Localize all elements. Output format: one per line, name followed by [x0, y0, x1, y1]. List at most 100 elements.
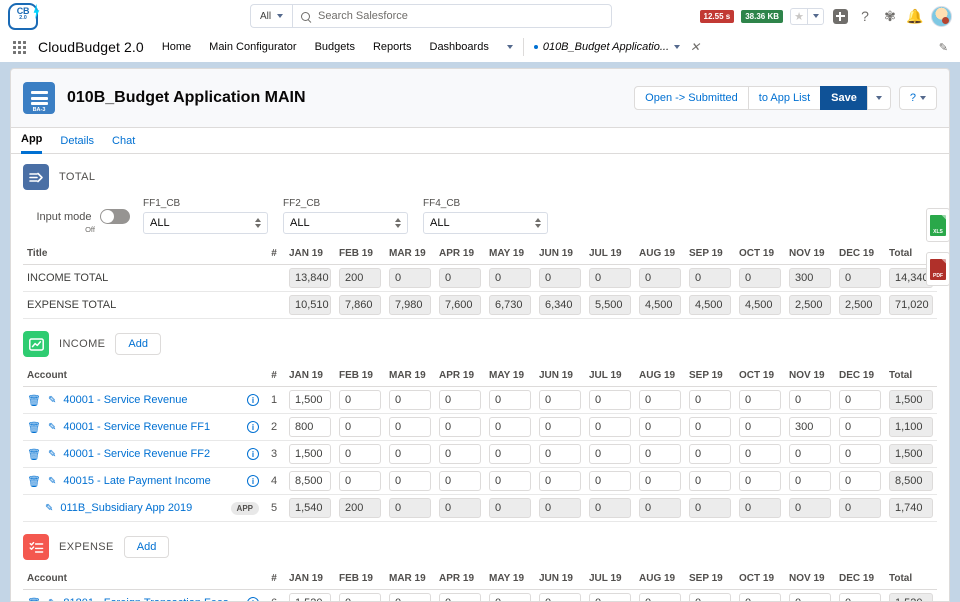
month-input-apr-19[interactable]: 0 — [439, 390, 481, 410]
month-input-apr-19[interactable]: 0 — [439, 417, 481, 437]
month-input-dec-19[interactable]: 0 — [839, 471, 881, 491]
month-input-mar-19[interactable]: 0 — [389, 593, 431, 602]
month-input-jun-19[interactable]: 0 — [539, 593, 581, 602]
favorites-group[interactable]: ★ — [790, 8, 824, 25]
info-icon[interactable]: i — [247, 597, 259, 602]
month-input-sep-19[interactable]: 0 — [689, 593, 731, 602]
edit-row-pencil-icon[interactable]: ✎ — [48, 476, 56, 487]
global-search[interactable]: All Search Salesforce — [250, 4, 612, 28]
export-xls-button[interactable]: XLS — [926, 208, 950, 242]
month-input-jul-19[interactable]: 0 — [589, 593, 631, 602]
help-menu-button[interactable]: ? — [899, 86, 937, 110]
edit-row-pencil-icon[interactable]: ✎ — [48, 449, 56, 460]
month-input-feb-19[interactable]: 0 — [339, 471, 381, 491]
input-mode-toggle[interactable] — [100, 209, 130, 224]
delete-row-icon[interactable]: 🗑 — [27, 597, 41, 602]
delete-row-icon[interactable]: 🗑 — [27, 421, 41, 434]
month-input-dec-19[interactable]: 0 — [839, 390, 881, 410]
month-input-jun-19[interactable]: 0 — [539, 417, 581, 437]
month-input-apr-19[interactable]: 0 — [439, 593, 481, 602]
month-input-apr-19[interactable]: 0 — [439, 471, 481, 491]
delete-row-icon[interactable]: 🗑 — [27, 448, 41, 461]
close-icon[interactable]: ✕ — [690, 40, 700, 54]
edit-row-pencil-icon[interactable]: ✎ — [48, 598, 56, 602]
month-input-aug-19[interactable]: 0 — [639, 417, 681, 437]
nav-item-reports[interactable]: Reports — [373, 41, 412, 53]
edit-pencil-icon[interactable]: ✎ — [939, 41, 948, 54]
delete-row-icon[interactable]: 🗑 — [27, 475, 41, 488]
save-button[interactable]: Save — [820, 86, 868, 110]
month-input-jul-19[interactable]: 0 — [589, 444, 631, 464]
info-icon[interactable]: i — [247, 394, 259, 406]
search-input[interactable]: Search Salesforce — [292, 4, 612, 28]
month-input-feb-19[interactable]: 0 — [339, 417, 381, 437]
month-input-may-19[interactable]: 0 — [489, 390, 531, 410]
gear-icon[interactable]: ✾ — [881, 7, 899, 25]
month-input-aug-19[interactable]: 0 — [639, 593, 681, 602]
avatar[interactable] — [931, 6, 952, 27]
to-app-list-button[interactable]: to App List — [748, 86, 821, 110]
nav-item-home[interactable]: Home — [162, 41, 191, 53]
month-input-jan-19[interactable]: 1,500 — [289, 390, 331, 410]
month-input-feb-19[interactable]: 0 — [339, 390, 381, 410]
document-tab[interactable]: 010B_Budget Applicatio... ✕ — [534, 40, 700, 54]
account-link[interactable]: 40001 - Service Revenue — [63, 394, 240, 406]
expense-add-button[interactable]: Add — [124, 536, 170, 558]
info-icon[interactable]: i — [247, 475, 259, 487]
tab-chat[interactable]: Chat — [112, 128, 135, 154]
month-input-sep-19[interactable]: 0 — [689, 444, 731, 464]
filter-ff2-select[interactable]: ALL — [283, 212, 408, 234]
month-input-jan-19[interactable]: 8,500 — [289, 471, 331, 491]
month-input-jan-19[interactable]: 1,520 — [289, 593, 331, 602]
help-question-icon[interactable]: ? — [856, 7, 874, 25]
app-launcher-icon[interactable] — [0, 41, 38, 54]
open-to-submitted-button[interactable]: Open -> Submitted — [634, 86, 749, 110]
month-input-mar-19[interactable]: 0 — [389, 417, 431, 437]
month-input-nov-19[interactable]: 0 — [789, 390, 831, 410]
cloudbudget-logo[interactable]: CB 2.0 — [0, 0, 42, 32]
star-icon[interactable]: ★ — [790, 8, 807, 25]
month-input-jul-19[interactable]: 0 — [589, 390, 631, 410]
month-input-apr-19[interactable]: 0 — [439, 444, 481, 464]
month-input-mar-19[interactable]: 0 — [389, 390, 431, 410]
account-link[interactable]: 81801 - Foreign Transaction Fees — [63, 597, 240, 602]
search-scope-select[interactable]: All — [250, 4, 292, 28]
month-input-may-19[interactable]: 0 — [489, 471, 531, 491]
account-link[interactable]: 40001 - Service Revenue FF2 — [63, 448, 240, 460]
month-input-oct-19[interactable]: 0 — [739, 417, 781, 437]
month-input-feb-19[interactable]: 0 — [339, 593, 381, 602]
tab-details[interactable]: Details — [60, 128, 94, 154]
month-input-may-19[interactable]: 0 — [489, 417, 531, 437]
month-input-may-19[interactable]: 0 — [489, 593, 531, 602]
month-input-feb-19[interactable]: 0 — [339, 444, 381, 464]
month-input-aug-19[interactable]: 0 — [639, 390, 681, 410]
month-input-jun-19[interactable]: 0 — [539, 471, 581, 491]
month-input-aug-19[interactable]: 0 — [639, 444, 681, 464]
nav-item-budgets[interactable]: Budgets — [315, 41, 355, 53]
month-input-oct-19[interactable]: 0 — [739, 471, 781, 491]
month-input-sep-19[interactable]: 0 — [689, 417, 731, 437]
save-options-chevron-down-icon[interactable] — [867, 86, 891, 110]
month-input-oct-19[interactable]: 0 — [739, 593, 781, 602]
month-input-sep-19[interactable]: 0 — [689, 471, 731, 491]
month-input-jan-19[interactable]: 1,500 — [289, 444, 331, 464]
tab-app[interactable]: App — [21, 128, 42, 154]
month-input-jun-19[interactable]: 0 — [539, 444, 581, 464]
add-plus-icon[interactable] — [831, 7, 849, 25]
month-input-dec-19[interactable]: 0 — [839, 417, 881, 437]
month-input-jul-19[interactable]: 0 — [589, 417, 631, 437]
month-input-nov-19[interactable]: 0 — [789, 593, 831, 602]
account-link[interactable]: 40015 - Late Payment Income — [63, 475, 240, 487]
month-input-dec-19[interactable]: 0 — [839, 444, 881, 464]
month-input-nov-19[interactable]: 0 — [789, 444, 831, 464]
nav-item-main-configurator[interactable]: Main Configurator — [209, 41, 296, 53]
account-link[interactable]: 011B_Subsidiary App 2019 — [60, 502, 223, 514]
favorites-chevron-down-icon[interactable] — [807, 8, 824, 25]
nav-dashboards-chevron-down-icon[interactable] — [507, 45, 513, 49]
month-input-oct-19[interactable]: 0 — [739, 444, 781, 464]
document-tab-chevron-down-icon[interactable] — [674, 45, 680, 49]
delete-row-icon[interactable]: 🗑 — [27, 394, 41, 407]
info-icon[interactable]: i — [247, 421, 259, 433]
account-link[interactable]: 40001 - Service Revenue FF1 — [63, 421, 240, 433]
filter-ff1-select[interactable]: ALL — [143, 212, 268, 234]
